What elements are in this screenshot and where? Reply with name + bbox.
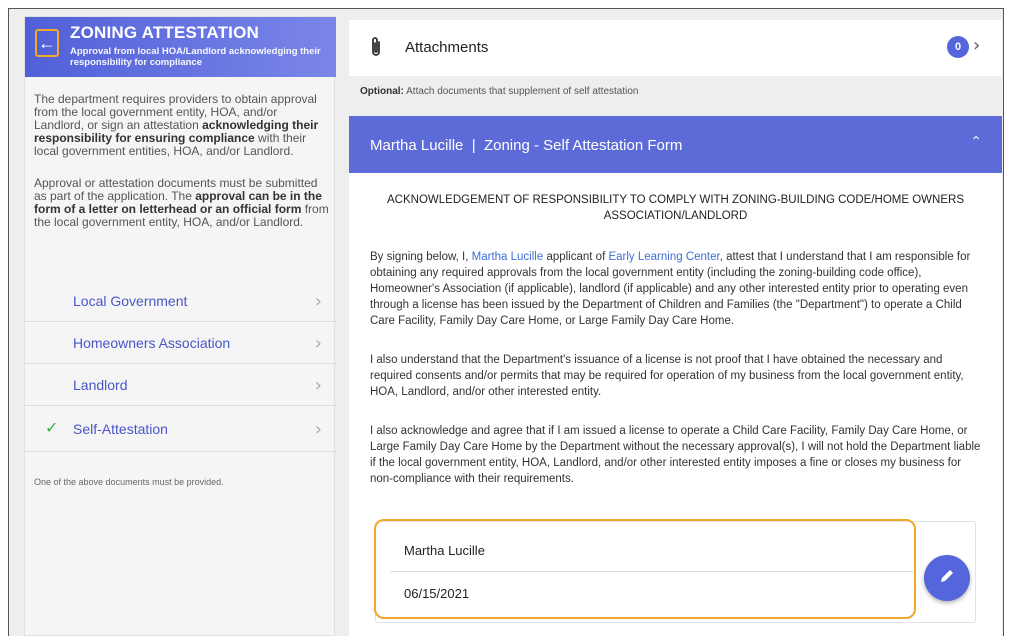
sidebar-item-label: Local Government (73, 293, 188, 309)
sidebar-item-label: Self-Attestation (73, 421, 168, 437)
attachments-title: Attachments (405, 39, 489, 56)
chevron-right-icon: › (973, 35, 981, 56)
signature-date: 06/15/2021 (404, 586, 470, 601)
sidebar-description-2: Approval or attestation documents must b… (34, 176, 329, 229)
attestation-paragraph-2: I also understand that the Department's … (370, 354, 964, 398)
arrow-left-icon: ← (38, 33, 56, 53)
chevron-right-icon: › (314, 419, 322, 440)
pencil-icon (938, 567, 956, 590)
attachments-bar[interactable]: Attachments 0 › (349, 20, 1002, 76)
zoning-sidebar: ← ZONING ATTESTATION Approval from local… (24, 16, 336, 636)
chevron-right-icon: › (314, 291, 322, 312)
chevron-right-icon: › (314, 375, 322, 396)
check-icon: ✓ (45, 418, 59, 437)
form-title: Martha Lucille | Zoning - Self Attestati… (370, 137, 683, 154)
chevron-right-icon: › (314, 333, 322, 354)
applicant-name-link[interactable]: Martha Lucille (472, 251, 544, 263)
sidebar-item-landlord[interactable]: Landlord › (25, 364, 336, 406)
paperclip-icon (369, 36, 383, 63)
acknowledgement-title: ACKNOWLEDGEMENT OF RESPONSIBILITY TO COM… (387, 194, 964, 222)
signature-divider (390, 571, 914, 572)
sidebar-item-local-government[interactable]: Local Government › (25, 280, 336, 322)
signature-highlight (374, 519, 916, 619)
sidebar-item-label: Landlord (73, 377, 128, 393)
back-button[interactable]: ← (35, 29, 59, 57)
page-title: ZONING ATTESTATION (70, 23, 260, 42)
attachments-count-badge: 0 (947, 36, 969, 58)
sidebar-item-label: Homeowners Association (73, 335, 231, 351)
form-header[interactable]: Martha Lucille | Zoning - Self Attestati… (349, 116, 1002, 173)
required-note: One of the above documents must be provi… (34, 477, 224, 487)
sidebar-description-1: The department requires providers to obt… (34, 92, 319, 158)
edit-signature-button[interactable] (924, 555, 970, 601)
attestation-paragraph-1: By signing below, I, Martha Lucille appl… (370, 251, 971, 327)
optional-note: Optional: Attach documents that suppleme… (360, 86, 639, 97)
chevron-up-icon: ⌃ (970, 134, 982, 150)
sidebar-header: ← ZONING ATTESTATION Approval from local… (25, 17, 336, 77)
organization-link[interactable]: Early Learning Center (608, 251, 719, 263)
sidebar-item-homeowners-association[interactable]: Homeowners Association › (25, 322, 336, 364)
signature-name: Martha Lucille (404, 543, 485, 558)
attestation-paragraph-3: I also acknowledge and agree that if I a… (370, 425, 981, 485)
page-subtitle: Approval from local HOA/Landlord acknowl… (70, 46, 321, 68)
sidebar-item-self-attestation[interactable]: ✓ Self-Attestation › (25, 408, 336, 452)
